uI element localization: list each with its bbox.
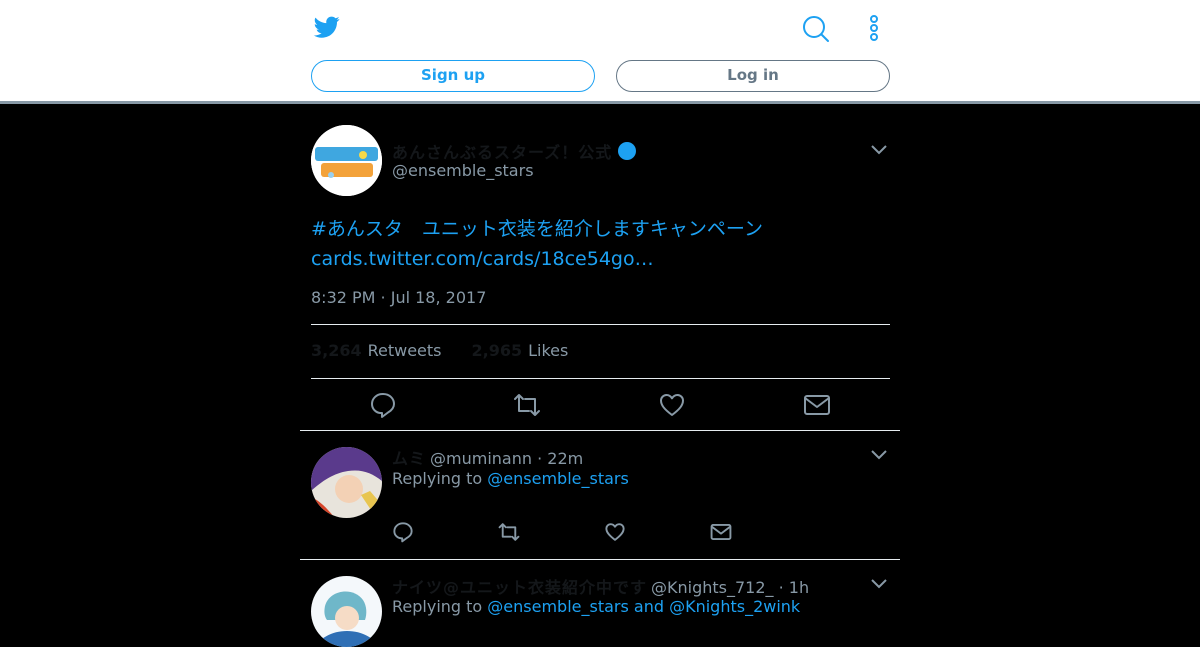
retweets-label: Retweets bbox=[367, 341, 442, 360]
signup-button[interactable]: Sign up bbox=[311, 60, 595, 92]
tweet-timestamp[interactable]: 8:32 PM · Jul 18, 2017 bbox=[311, 288, 486, 307]
chevron-down-icon[interactable] bbox=[869, 577, 889, 591]
author-display-name[interactable]: あんさんぶるスターズ！公式 bbox=[392, 139, 612, 163]
more-options-icon[interactable] bbox=[862, 14, 886, 44]
reply-icon[interactable] bbox=[392, 521, 414, 543]
retweets-stat[interactable]: 3,264 Retweets bbox=[311, 341, 442, 360]
likes-stat[interactable]: 2,965 Likes bbox=[472, 341, 569, 360]
user-avatar-icon bbox=[311, 576, 382, 647]
direct-message-icon[interactable] bbox=[803, 391, 831, 419]
reply-header: ナイツ@ユニット衣装紹介中です @Knights_712_ · 1h bbox=[392, 574, 809, 598]
divider bbox=[300, 559, 900, 560]
replying-prefix: Replying to bbox=[392, 469, 483, 488]
verified-badge-icon bbox=[618, 142, 637, 160]
author-avatar[interactable] bbox=[311, 125, 382, 196]
replying-to-link[interactable]: @ensemble_stars bbox=[487, 469, 629, 488]
divider bbox=[311, 378, 890, 379]
author-handle[interactable]: @ensemble_stars bbox=[392, 161, 534, 180]
login-button[interactable]: Log in bbox=[616, 60, 890, 92]
chevron-down-icon[interactable] bbox=[869, 143, 889, 157]
replying-to-link[interactable]: @ensemble_stars and @Knights_2wink bbox=[487, 597, 800, 616]
retweet-icon[interactable] bbox=[513, 391, 541, 419]
reply-icon[interactable] bbox=[369, 391, 397, 419]
author-name-row[interactable]: あんさんぶるスターズ！公式 bbox=[392, 139, 637, 163]
reply-display-name[interactable]: ムミ bbox=[392, 449, 426, 468]
reply-handle-time[interactable]: @Knights_712_ · 1h bbox=[651, 578, 809, 597]
like-icon[interactable] bbox=[658, 391, 686, 419]
divider bbox=[300, 430, 900, 431]
direct-message-icon[interactable] bbox=[710, 521, 732, 543]
tweet-hashtag-link[interactable]: #あんスタ ユニット衣装を紹介しますキャンペーン bbox=[311, 214, 763, 244]
reply-header: ムミ @muminann · 22m bbox=[392, 445, 583, 469]
replying-to: Replying to @ensemble_stars and @Knights… bbox=[392, 597, 800, 616]
retweets-count: 3,264 bbox=[311, 341, 362, 360]
tweet-text: #あんスタ ユニット衣装を紹介しますキャンペーン cards.twitter.c… bbox=[311, 214, 763, 274]
reply-display-name[interactable]: ナイツ@ユニット衣装紹介中です bbox=[392, 578, 647, 597]
ensemble-stars-logo-icon bbox=[311, 125, 382, 196]
divider bbox=[311, 324, 890, 325]
user-avatar-icon bbox=[311, 447, 382, 518]
likes-label: Likes bbox=[528, 341, 569, 360]
tweet-card-link[interactable]: cards.twitter.com/cards/18ce54go… bbox=[311, 244, 763, 274]
search-icon[interactable] bbox=[801, 14, 831, 44]
chevron-down-icon[interactable] bbox=[869, 448, 889, 462]
reply-avatar[interactable] bbox=[311, 447, 382, 518]
reply-handle-time[interactable]: @muminann · 22m bbox=[430, 449, 583, 468]
likes-count: 2,965 bbox=[471, 341, 523, 360]
replying-prefix: Replying to bbox=[392, 597, 483, 616]
tweet-stats: 3,264 Retweets 2,965 Likes bbox=[311, 341, 568, 360]
reply-avatar[interactable] bbox=[311, 576, 382, 647]
twitter-bird-icon[interactable] bbox=[313, 14, 341, 40]
retweet-icon[interactable] bbox=[498, 521, 520, 543]
top-bar: Sign up Log in bbox=[0, 0, 1200, 104]
like-icon[interactable] bbox=[604, 521, 626, 543]
replying-to: Replying to @ensemble_stars bbox=[392, 469, 629, 488]
